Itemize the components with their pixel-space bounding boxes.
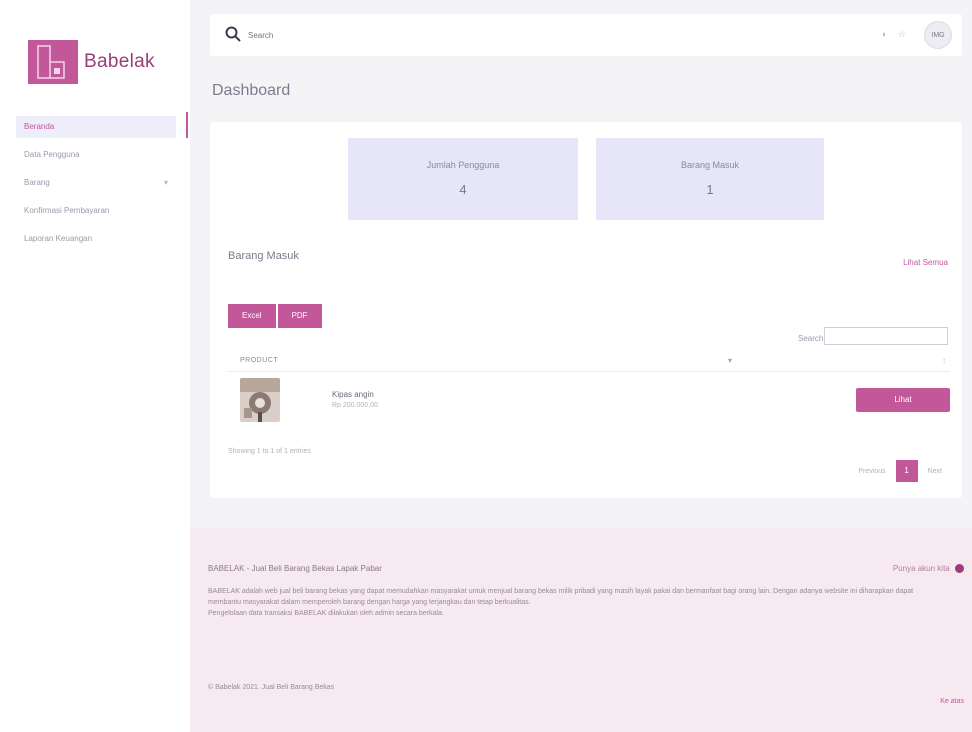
sidebar-item-label: Laporan Keuangan <box>24 234 93 243</box>
social-icon[interactable] <box>955 564 964 574</box>
sidebar-item-barang[interactable]: Barang ▾ <box>16 172 176 194</box>
table-search-label: Search: <box>798 334 826 343</box>
product-image <box>240 378 280 422</box>
theme-toggle-icon[interactable]: ◐ ☆ <box>882 29 910 40</box>
search-icon <box>225 26 241 42</box>
stat-card-users: Jumlah Pengguna 4 <box>348 138 578 220</box>
sidebar-item-label: Data Pengguna <box>24 150 80 159</box>
page-title: Dashboard <box>212 82 291 99</box>
footer-right[interactable]: Punya akun kita <box>892 564 964 574</box>
topbar: ◐ ☆ IMG <box>210 14 962 56</box>
view-button[interactable]: Lihat <box>856 388 950 412</box>
sidebar-item-data-pengguna[interactable]: Data Pengguna <box>16 144 176 166</box>
stat-label: Barang Masuk <box>680 160 740 170</box>
sidebar-item-laporan-keuangan[interactable]: Laporan Keuangan <box>16 228 176 250</box>
stat-value: 1 <box>706 182 714 197</box>
sidebar-item-beranda[interactable]: Beranda <box>16 116 176 138</box>
pdf-button[interactable]: PDF <box>277 304 322 328</box>
footer-description-text: BABELAK adalah web jual beli barang beka… <box>208 588 914 606</box>
export-buttons: Excel PDF <box>228 304 324 328</box>
footer: BABELAK - Jual Beli Barang Bekas Lapak P… <box>190 528 972 732</box>
table-row: Kipas angin Rp 200.000,00 Lihat <box>228 376 950 426</box>
sidebar-item-label: Barang <box>24 178 50 187</box>
sidebar-menu: Beranda Data Pengguna Barang ▾ Konfirmas… <box>16 116 176 256</box>
sort-icon[interactable]: ▾ <box>728 356 732 365</box>
main-content: ◐ ☆ IMG Dashboard Jumlah Pengguna 4 Bara… <box>190 0 972 732</box>
footer-title: BABELAK - Jual Beli Barang Bekas Lapak P… <box>208 564 382 573</box>
pagination-next[interactable]: Next <box>922 468 948 475</box>
active-indicator <box>186 112 188 138</box>
avatar-label: IMG <box>931 31 945 39</box>
column-header-product[interactable]: PRODUCT <box>240 357 278 364</box>
stat-label: Jumlah Pengguna <box>426 160 500 170</box>
pagination-page[interactable]: 1 <box>895 460 918 482</box>
sidebar-item-label: Konfirmasi Pembayaran <box>24 206 110 215</box>
brand[interactable]: Babelak <box>28 40 155 84</box>
brand-name: Babelak <box>84 51 155 72</box>
excel-button[interactable]: Excel <box>228 304 276 328</box>
avatar[interactable]: IMG <box>924 21 952 49</box>
brand-logo-icon <box>28 40 78 84</box>
section-title: Barang Masuk <box>228 250 299 262</box>
sidebar: Babelak Beranda Data Pengguna Barang ▾ K… <box>0 0 188 732</box>
sort-icon[interactable]: ↕ <box>942 356 946 365</box>
stat-value: 4 <box>459 182 467 197</box>
sidebar-item-konfirmasi-pembayaran[interactable]: Konfirmasi Pembayaran <box>16 200 176 222</box>
footer-description-text-2: Pengelolaan data transaksi BABELAK dilak… <box>208 610 444 617</box>
footer-description: BABELAK adalah web jual beli barang beka… <box>208 586 948 619</box>
product-price: Rp 200.000,00 <box>332 402 378 409</box>
sidebar-item-label: Beranda <box>24 122 55 131</box>
pagination: Previous 1 Next <box>852 460 948 482</box>
pagination-previous[interactable]: Previous <box>852 468 891 475</box>
dashboard-card: Jumlah Pengguna 4 Barang Masuk 1 Barang … <box>210 122 962 498</box>
table-info: Showing 1 to 1 of 1 entries <box>228 448 311 455</box>
copyright: © Babelak 2021. Jual Beli Barang Bekas <box>208 684 335 691</box>
see-all-link[interactable]: Lihat Semua <box>903 258 948 267</box>
chevron-down-icon: ▾ <box>163 178 168 187</box>
search-input[interactable] <box>248 24 468 46</box>
table-search-input[interactable] <box>824 327 948 345</box>
stat-card-incoming-items: Barang Masuk 1 <box>596 138 824 220</box>
footer-right-label: Punya akun kita <box>892 564 950 573</box>
product-name: Kipas angin <box>332 390 374 399</box>
table-header: PRODUCT ▾ ↕ <box>228 352 950 372</box>
back-to-top-link[interactable]: Ke atas <box>940 698 964 705</box>
